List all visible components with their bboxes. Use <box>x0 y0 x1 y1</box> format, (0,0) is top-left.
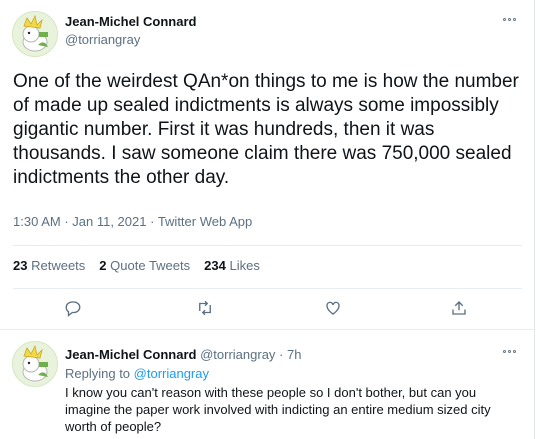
likes-label: Likes <box>229 258 260 273</box>
quotes-stat[interactable]: 2 Quote Tweets <box>99 258 190 273</box>
meta-separator: · <box>146 214 158 229</box>
heart-icon <box>326 301 340 315</box>
more-dots-icon[interactable] <box>503 18 516 21</box>
share-button[interactable] <box>448 297 470 319</box>
share-icon <box>452 301 466 315</box>
reply-author-avatar[interactable] <box>12 341 58 387</box>
more-dots-icon[interactable] <box>503 350 516 353</box>
retweets-stat[interactable]: 23 Retweets <box>13 258 85 273</box>
likes-count: 234 <box>204 258 226 273</box>
reply-button[interactable] <box>62 297 84 319</box>
reply-icon <box>65 301 81 317</box>
retweet-button[interactable] <box>194 297 216 319</box>
engagement-stats: 23 Retweets 2 Quote Tweets 234 Likes <box>13 258 260 273</box>
replying-to-link[interactable]: @torriangray <box>134 366 209 381</box>
reply-author-name[interactable]: Jean-Michel Connard <box>65 347 196 362</box>
quotes-count: 2 <box>99 258 107 273</box>
tweet-meta: 1:30 AM · Jan 11, 2021 · Twitter Web App <box>13 214 252 229</box>
retweets-count: 23 <box>13 258 28 273</box>
author-avatar[interactable] <box>12 11 58 57</box>
replying-to: Replying to @torriangray <box>65 366 209 381</box>
divider <box>13 245 522 246</box>
meta-separator: · <box>60 214 73 229</box>
replying-prefix: Replying to <box>65 366 134 381</box>
reply-text: I know you can't reason with these peopl… <box>65 385 491 434</box>
right-border <box>534 0 535 439</box>
reply-separator: · <box>275 347 287 362</box>
author-handle[interactable]: @torriangray <box>65 32 140 47</box>
tweet-time[interactable]: 1:30 AM <box>13 214 61 229</box>
tweet-date[interactable]: Jan 11, 2021 <box>72 214 146 229</box>
likes-stat[interactable]: 234 Likes <box>204 258 260 273</box>
tweet-source[interactable]: Twitter Web App <box>158 214 252 229</box>
action-bar <box>0 297 540 321</box>
retweets-label: Retweets <box>31 258 86 273</box>
reply-author-handle[interactable]: @torriangray <box>200 347 275 362</box>
tweet-text: One of the weirdest QAn*on things to me … <box>13 71 519 188</box>
author-name[interactable]: Jean-Michel Connard <box>65 14 196 29</box>
reply-header: Jean-Michel Connard @torriangray · 7h <box>65 347 301 362</box>
divider <box>0 329 534 330</box>
divider <box>13 288 522 289</box>
reply-age[interactable]: 7h <box>287 347 301 362</box>
quotes-label: Quote Tweets <box>110 258 191 273</box>
like-button[interactable] <box>322 297 344 319</box>
retweet-icon <box>199 300 211 316</box>
